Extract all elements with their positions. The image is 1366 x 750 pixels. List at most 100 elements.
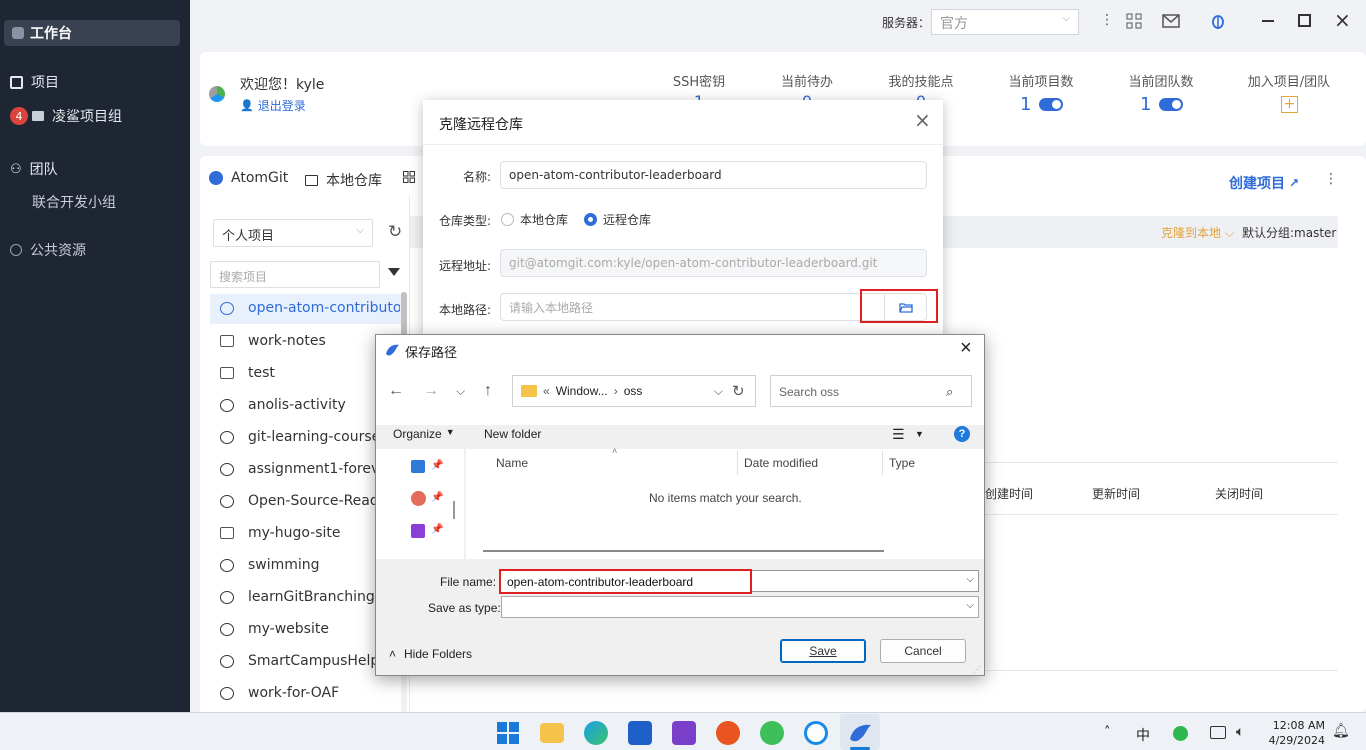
workbench-icon xyxy=(12,27,24,39)
hide-folders-toggle[interactable]: ˄ Hide Folders xyxy=(389,647,472,661)
browse-folder-button[interactable] xyxy=(884,293,926,321)
organize-menu[interactable]: Organize ▼ xyxy=(393,427,455,441)
music-icon[interactable] xyxy=(411,491,426,506)
server-select[interactable]: 官方 ⌵ xyxy=(931,9,1079,35)
project-search-input[interactable]: 搜索项目 xyxy=(210,261,380,288)
clock[interactable]: 12:08 AM 4/29/2024 xyxy=(1265,718,1325,748)
save-button[interactable]: Save xyxy=(780,639,866,663)
back-arrow-icon[interactable]: ← xyxy=(388,382,404,400)
breadcrumb-windows[interactable]: Window... xyxy=(556,384,608,398)
mail-icon[interactable] xyxy=(1162,14,1180,28)
radio-remote[interactable]: 远程仓库 xyxy=(584,211,651,228)
team-icon: ⚇ xyxy=(10,161,22,177)
search-oss-input[interactable]: Search oss xyxy=(770,375,972,407)
cancel-button[interactable]: Cancel xyxy=(880,639,966,663)
windows-start-icon[interactable] xyxy=(496,721,520,745)
project-list-item[interactable]: test xyxy=(220,365,400,381)
dialog-titlebar xyxy=(376,335,984,365)
more-vertical-icon[interactable]: ⋮ xyxy=(1100,12,1114,28)
volume-icon[interactable]: 🔈︎ xyxy=(1236,724,1244,740)
more-vertical-icon[interactable]: ⋮ xyxy=(1324,171,1338,187)
clone-local-button[interactable]: 克隆到本地 ⌵ xyxy=(1161,224,1234,241)
close-icon[interactable]: × xyxy=(960,338,972,358)
store-icon[interactable] xyxy=(628,721,652,745)
refresh-icon[interactable]: ↻ xyxy=(732,382,745,400)
wechat-icon[interactable] xyxy=(760,721,784,745)
chevron-down-icon[interactable]: ⌵ xyxy=(966,574,974,585)
address-bar[interactable]: « Window... › oss ⌵ xyxy=(512,375,756,407)
logout-link[interactable]: 👤 退出登录 xyxy=(240,97,306,114)
create-project-button[interactable]: 创建项目 ↗ xyxy=(1229,173,1299,193)
project-list-item[interactable]: open-atom-contributor-l xyxy=(220,300,400,316)
project-list-item[interactable]: my-website xyxy=(220,621,400,637)
chevron-up-icon[interactable]: ˄ xyxy=(1104,725,1111,740)
new-folder-button[interactable]: New folder xyxy=(484,427,541,441)
sidebar-item-project-group[interactable]: 4 凌鲨项目组 xyxy=(10,106,122,126)
horizontal-scrollbar[interactable] xyxy=(483,550,884,552)
column-date-modified[interactable]: Date modified xyxy=(744,456,818,470)
file-explorer-icon[interactable] xyxy=(540,723,564,743)
project-list-item[interactable]: SmartCampusHelper xyxy=(220,653,400,669)
forward-arrow-icon[interactable]: → xyxy=(423,382,439,400)
project-list-item[interactable]: anolis-activity xyxy=(220,397,400,413)
grid-icon[interactable] xyxy=(403,171,415,183)
project-list-item[interactable]: my-hugo-site xyxy=(220,525,400,541)
teams-toggle[interactable] xyxy=(1159,98,1184,111)
pictures-icon[interactable] xyxy=(411,460,425,473)
sidebar-item-public-resources[interactable]: 公共资源 xyxy=(10,240,86,260)
chevron-down-icon[interactable]: ⌵ xyxy=(714,384,723,399)
project-list-item[interactable]: assignment1-forever xyxy=(220,461,400,477)
tab-label: AtomGit xyxy=(231,170,289,186)
remote-address-input[interactable]: git@atomgit.com:kyle/open-atom-contribut… xyxy=(500,249,927,277)
tab-atomgit[interactable]: AtomGit xyxy=(209,170,288,186)
resize-grip-icon[interactable]: ⋰ xyxy=(973,665,981,674)
view-menu-icon[interactable]: ☰ xyxy=(892,426,905,443)
nav-pane-scrollbar[interactable] xyxy=(453,501,455,519)
workbench-nav[interactable]: 工作台 xyxy=(4,20,180,46)
bug-icon[interactable] xyxy=(1210,12,1226,30)
tab-local-repo[interactable]: 本地仓库 xyxy=(305,170,382,190)
edge-icon[interactable] xyxy=(584,721,608,745)
refresh-icon[interactable]: ↻ xyxy=(388,224,402,241)
filter-icon[interactable] xyxy=(388,268,400,276)
ime-indicator[interactable]: 中 xyxy=(1136,725,1150,745)
column-type[interactable]: Type xyxy=(889,456,915,470)
up-arrow-icon[interactable]: ↑ xyxy=(484,382,492,400)
sidebar-item-projects[interactable]: 项目 xyxy=(10,72,59,92)
sidebar-item-label: 团队 xyxy=(29,162,58,178)
save-as-type-select[interactable]: ⌵ xyxy=(501,596,979,618)
videos-icon[interactable] xyxy=(411,524,425,538)
notification-bell-icon[interactable]: 🔔︎ xyxy=(1332,723,1350,739)
breadcrumb-oss[interactable]: oss xyxy=(624,384,643,398)
network-icon[interactable] xyxy=(1126,13,1142,29)
join-plus-button[interactable]: + xyxy=(1281,96,1298,113)
chevron-down-icon: ⌵ xyxy=(966,600,974,611)
project-filter-select[interactable]: 个人项目 ⌵ xyxy=(213,219,373,247)
network-icon[interactable] xyxy=(1210,726,1226,739)
maximize-icon[interactable] xyxy=(1298,14,1311,27)
chevron-down-icon[interactable]: ▼ xyxy=(915,429,924,439)
project-list-item[interactable]: Open-Source-Readin xyxy=(220,493,400,509)
minimize-icon[interactable] xyxy=(1262,20,1274,22)
project-list-item[interactable]: work-for-OAF xyxy=(220,685,400,701)
project-list-item[interactable]: git-learning-course xyxy=(220,429,400,445)
close-icon[interactable]: × xyxy=(914,110,931,130)
chat-bubble-icon[interactable] xyxy=(804,721,828,745)
app-bird-icon[interactable] xyxy=(848,721,872,745)
sidebar-item-team[interactable]: ⚇ 团队 xyxy=(10,159,58,179)
help-icon[interactable]: ? xyxy=(954,426,970,442)
project-list-item[interactable]: swimming xyxy=(220,557,400,573)
name-input[interactable]: open-atom-contributor-leaderboard xyxy=(500,161,927,189)
file-name-input[interactable]: open-atom-contributor-leaderboard xyxy=(499,569,752,594)
column-name[interactable]: Name xyxy=(496,456,528,470)
project-list-item[interactable]: learnGitBranching-pa xyxy=(220,589,400,605)
project-list-item[interactable]: work-notes xyxy=(220,333,400,349)
vpn-icon[interactable] xyxy=(1173,726,1188,741)
close-icon[interactable]: × xyxy=(1334,10,1351,30)
projects-toggle[interactable] xyxy=(1039,98,1064,111)
ubuntu-icon[interactable] xyxy=(716,721,740,745)
visual-studio-icon[interactable] xyxy=(672,721,696,745)
chevron-down-icon[interactable]: ⌵ xyxy=(456,384,465,399)
sidebar-item-dev-group[interactable]: 联合开发小组 xyxy=(32,192,116,212)
radio-local[interactable]: 本地仓库 xyxy=(501,211,568,228)
